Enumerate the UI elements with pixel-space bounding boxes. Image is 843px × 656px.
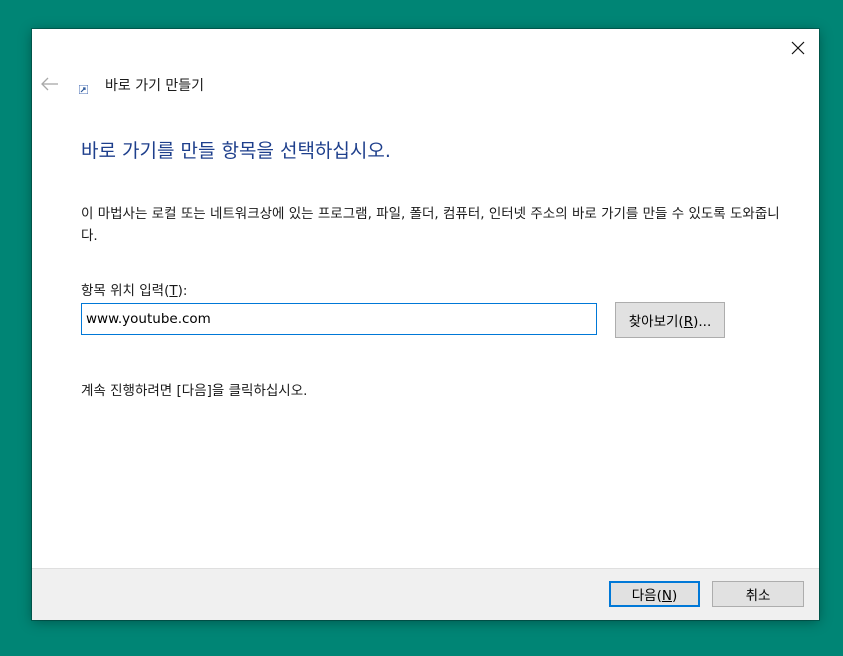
wizard-footer: 다음(N) 취소 <box>32 568 819 620</box>
next-button[interactable]: 다음(N) <box>609 581 700 607</box>
next-label-suffix: ) <box>671 588 678 604</box>
browse-label-prefix: 찾아보기( <box>628 314 684 330</box>
location-label-suffix: ): <box>177 283 188 299</box>
shortcut-icon <box>79 85 88 94</box>
page-heading: 바로 가기를 만들 항목을 선택하십시오. <box>81 140 391 162</box>
back-arrow-icon[interactable] <box>40 77 60 91</box>
wizard-description: 이 마법사는 로컬 또는 네트워크상에 있는 프로그램, 파일, 폴더, 컴퓨터… <box>81 206 780 244</box>
location-label: 항목 위치 입력(T): <box>81 279 187 299</box>
wizard-title: 바로 가기 만들기 <box>105 78 205 94</box>
next-label-prefix: 다음( <box>631 588 662 604</box>
next-access-key: N <box>661 588 672 604</box>
browse-access-key: R <box>683 314 694 330</box>
location-input[interactable] <box>81 303 597 335</box>
close-icon[interactable] <box>787 37 809 59</box>
next-instruction: 계속 진행하려면 [다음]을 클릭하십시오. <box>81 383 308 399</box>
location-label-access-key: T <box>169 283 178 299</box>
cancel-button[interactable]: 취소 <box>712 581 804 607</box>
browse-button[interactable]: 찾아보기(R)... <box>615 302 725 338</box>
browse-label-suffix: )... <box>693 314 712 330</box>
location-label-prefix: 항목 위치 입력( <box>81 283 170 299</box>
create-shortcut-dialog: 바로 가기 만들기 바로 가기를 만들 항목을 선택하십시오. 이 마법사는 로… <box>32 29 819 620</box>
